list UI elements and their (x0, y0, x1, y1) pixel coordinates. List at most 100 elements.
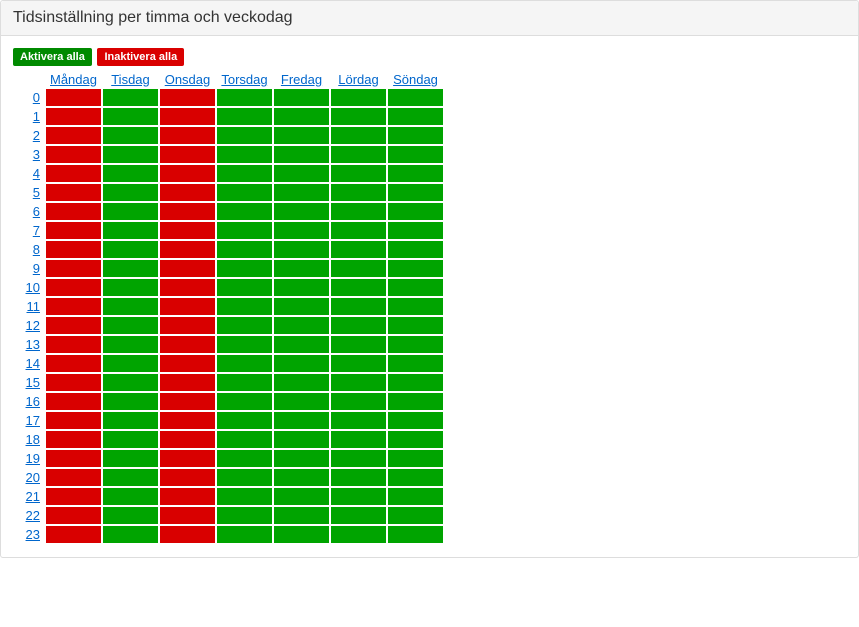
schedule-cell[interactable] (331, 431, 386, 448)
hour-link[interactable]: 9 (33, 261, 40, 276)
schedule-cell[interactable] (103, 355, 158, 372)
schedule-cell[interactable] (388, 165, 443, 182)
schedule-cell[interactable] (103, 184, 158, 201)
day-header-link[interactable]: Torsdag (221, 72, 267, 87)
schedule-cell[interactable] (274, 89, 329, 106)
schedule-cell[interactable] (160, 393, 215, 410)
schedule-cell[interactable] (274, 488, 329, 505)
schedule-cell[interactable] (331, 507, 386, 524)
schedule-cell[interactable] (217, 431, 272, 448)
schedule-cell[interactable] (160, 298, 215, 315)
schedule-cell[interactable] (217, 241, 272, 258)
schedule-cell[interactable] (388, 431, 443, 448)
schedule-cell[interactable] (160, 450, 215, 467)
day-header-link[interactable]: Måndag (50, 72, 97, 87)
schedule-cell[interactable] (160, 184, 215, 201)
schedule-cell[interactable] (274, 279, 329, 296)
schedule-cell[interactable] (388, 374, 443, 391)
schedule-cell[interactable] (331, 279, 386, 296)
schedule-cell[interactable] (160, 241, 215, 258)
schedule-cell[interactable] (103, 222, 158, 239)
schedule-cell[interactable] (103, 393, 158, 410)
schedule-cell[interactable] (217, 450, 272, 467)
schedule-cell[interactable] (388, 355, 443, 372)
hour-link[interactable]: 17 (26, 413, 40, 428)
schedule-cell[interactable] (388, 412, 443, 429)
schedule-cell[interactable] (160, 507, 215, 524)
hour-link[interactable]: 0 (33, 90, 40, 105)
schedule-cell[interactable] (217, 203, 272, 220)
schedule-cell[interactable] (274, 393, 329, 410)
schedule-cell[interactable] (46, 336, 101, 353)
schedule-cell[interactable] (274, 317, 329, 334)
schedule-cell[interactable] (388, 526, 443, 543)
schedule-cell[interactable] (160, 412, 215, 429)
schedule-cell[interactable] (103, 89, 158, 106)
schedule-cell[interactable] (160, 431, 215, 448)
schedule-cell[interactable] (103, 165, 158, 182)
deactivate-all-button[interactable]: Inaktivera alla (97, 48, 184, 66)
schedule-cell[interactable] (103, 298, 158, 315)
schedule-cell[interactable] (217, 222, 272, 239)
hour-link[interactable]: 12 (26, 318, 40, 333)
hour-link[interactable]: 10 (26, 280, 40, 295)
schedule-cell[interactable] (103, 374, 158, 391)
schedule-cell[interactable] (103, 127, 158, 144)
schedule-cell[interactable] (331, 165, 386, 182)
schedule-cell[interactable] (274, 222, 329, 239)
schedule-cell[interactable] (46, 222, 101, 239)
schedule-cell[interactable] (217, 393, 272, 410)
schedule-cell[interactable] (160, 146, 215, 163)
schedule-cell[interactable] (388, 89, 443, 106)
schedule-cell[interactable] (103, 241, 158, 258)
schedule-cell[interactable] (217, 165, 272, 182)
schedule-cell[interactable] (160, 222, 215, 239)
schedule-cell[interactable] (331, 393, 386, 410)
schedule-cell[interactable] (46, 260, 101, 277)
schedule-cell[interactable] (160, 374, 215, 391)
day-header-link[interactable]: Fredag (281, 72, 322, 87)
day-header-link[interactable]: Söndag (393, 72, 438, 87)
schedule-cell[interactable] (103, 146, 158, 163)
schedule-cell[interactable] (388, 222, 443, 239)
schedule-cell[interactable] (46, 108, 101, 125)
hour-link[interactable]: 20 (26, 470, 40, 485)
schedule-cell[interactable] (331, 298, 386, 315)
activate-all-button[interactable]: Aktivera alla (13, 48, 92, 66)
hour-link[interactable]: 5 (33, 185, 40, 200)
day-header-link[interactable]: Onsdag (165, 72, 211, 87)
hour-link[interactable]: 14 (26, 356, 40, 371)
schedule-cell[interactable] (274, 146, 329, 163)
schedule-cell[interactable] (217, 146, 272, 163)
schedule-cell[interactable] (331, 184, 386, 201)
schedule-cell[interactable] (103, 450, 158, 467)
schedule-cell[interactable] (274, 241, 329, 258)
hour-link[interactable]: 22 (26, 508, 40, 523)
schedule-cell[interactable] (331, 526, 386, 543)
schedule-cell[interactable] (46, 279, 101, 296)
schedule-cell[interactable] (217, 488, 272, 505)
hour-link[interactable]: 19 (26, 451, 40, 466)
hour-link[interactable]: 3 (33, 147, 40, 162)
schedule-cell[interactable] (217, 108, 272, 125)
schedule-cell[interactable] (46, 450, 101, 467)
schedule-cell[interactable] (274, 526, 329, 543)
schedule-cell[interactable] (160, 260, 215, 277)
schedule-cell[interactable] (331, 89, 386, 106)
schedule-cell[interactable] (274, 450, 329, 467)
schedule-cell[interactable] (46, 203, 101, 220)
hour-link[interactable]: 2 (33, 128, 40, 143)
schedule-cell[interactable] (274, 469, 329, 486)
schedule-cell[interactable] (388, 108, 443, 125)
schedule-cell[interactable] (103, 260, 158, 277)
schedule-cell[interactable] (331, 108, 386, 125)
schedule-cell[interactable] (388, 298, 443, 315)
schedule-cell[interactable] (103, 279, 158, 296)
hour-link[interactable]: 23 (26, 527, 40, 542)
schedule-cell[interactable] (103, 431, 158, 448)
schedule-cell[interactable] (160, 488, 215, 505)
schedule-cell[interactable] (160, 279, 215, 296)
schedule-cell[interactable] (388, 469, 443, 486)
schedule-cell[interactable] (388, 203, 443, 220)
schedule-cell[interactable] (46, 165, 101, 182)
